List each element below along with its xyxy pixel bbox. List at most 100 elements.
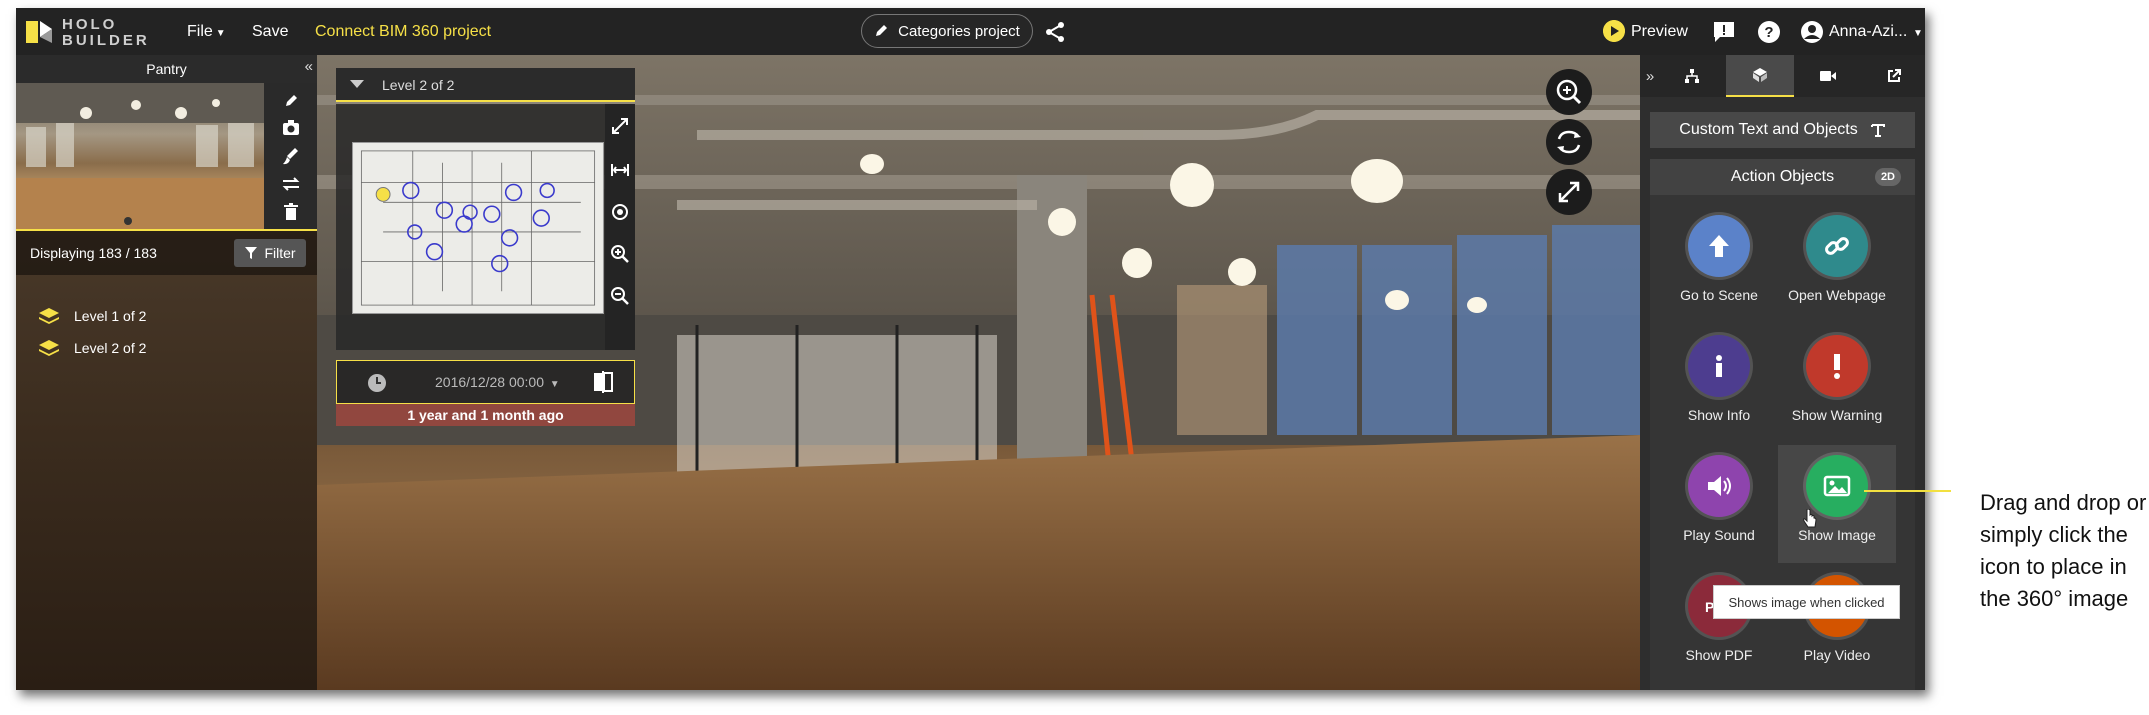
mouse-pointer-icon	[1803, 509, 1817, 528]
play-icon	[1603, 20, 1625, 42]
floor-plan-map[interactable]	[352, 142, 604, 314]
speaker-icon	[1688, 455, 1750, 517]
edit-pencil-icon[interactable]	[278, 89, 304, 111]
collapse-left-icon[interactable]: «	[305, 58, 313, 75]
panel-tabs: »	[1640, 55, 1925, 97]
connect-bim360-link[interactable]: Connect BIM 360 project	[315, 8, 491, 55]
expand-diagonal-icon	[1558, 181, 1580, 203]
action-show-warning[interactable]: Show Warning	[1778, 325, 1896, 443]
filter-button[interactable]: Filter	[234, 239, 306, 267]
trash-icon[interactable]	[278, 201, 304, 223]
preview-button[interactable]: Preview	[1631, 8, 1688, 55]
app-window: HOLO BUILDER File ▼ Save Connect BIM 360 …	[16, 8, 1925, 690]
user-avatar-icon[interactable]	[1800, 20, 1824, 44]
viewer-rotate-button[interactable]	[1546, 119, 1592, 165]
viewer-fullscreen-button[interactable]	[1546, 169, 1592, 215]
timestamp-value: 2016/12/28 00:00	[435, 374, 544, 390]
action-objects-label: Action Objects	[1730, 168, 1835, 185]
expand-right-icon[interactable]: »	[1640, 55, 1660, 97]
scene-title: Pantry	[16, 55, 317, 83]
expand-icon[interactable]	[610, 116, 630, 136]
categories-project-button[interactable]: Categories project	[861, 14, 1033, 48]
action-label: Show Warning	[1791, 407, 1883, 423]
logo-text: HOLO BUILDER	[62, 16, 150, 49]
action-play-video[interactable]: Play Video	[1778, 565, 1896, 683]
camera-icon[interactable]	[278, 117, 304, 139]
image-icon	[1806, 455, 1868, 517]
zoom-in-icon	[1556, 79, 1582, 105]
tab-objects[interactable]	[1726, 55, 1794, 97]
action-label: Show Info	[1687, 407, 1751, 423]
custom-text-objects-button[interactable]: Custom Text and Objects	[1650, 112, 1915, 148]
layers-icon	[39, 340, 59, 356]
display-count: Displaying 183 / 183	[30, 245, 157, 261]
link-icon	[1806, 215, 1868, 277]
rotate-arrows-icon	[1557, 130, 1581, 154]
text-icon	[1870, 124, 1885, 137]
action-label: Play Sound	[1683, 527, 1755, 543]
timeline-selector[interactable]: 2016/12/28 00:00 ▼	[336, 360, 635, 404]
action-show-pdf[interactable]: PDF Show PDF	[1660, 565, 1778, 683]
action-label: Play Video	[1803, 647, 1871, 663]
callout-text: Drag and drop or simply click the icon t…	[1980, 490, 2147, 611]
action-show-image[interactable]: Show Image	[1778, 445, 1896, 563]
svg-text:?: ?	[1764, 24, 1773, 41]
feedback-icon[interactable]	[1712, 20, 1736, 44]
caret-down-icon: ▼	[1910, 28, 1923, 39]
dimension-badge[interactable]: 2D	[1874, 168, 1901, 186]
action-show-info[interactable]: Show Info	[1660, 325, 1778, 443]
paintbrush-icon[interactable]	[278, 145, 304, 167]
swap-arrows-icon[interactable]	[278, 173, 304, 195]
minimap-level-label: Level 2 of 2	[382, 77, 455, 93]
viewer-zoom-in-button[interactable]	[1546, 69, 1592, 115]
logo-mark-icon	[26, 21, 52, 43]
locate-icon[interactable]	[610, 202, 630, 222]
file-menu-label: File	[187, 23, 213, 40]
tab-external[interactable]	[1864, 55, 1924, 97]
action-label: Open Webpage	[1788, 287, 1886, 303]
display-count-row: Displaying 183 / 183 Filter	[16, 231, 317, 275]
save-button[interactable]: Save	[252, 8, 288, 55]
holobuilder-logo[interactable]: HOLO BUILDER	[24, 15, 147, 51]
tab-video[interactable]	[1798, 55, 1858, 97]
minimap-level-header[interactable]: Level 2 of 2	[336, 68, 635, 102]
fit-width-icon[interactable]	[610, 160, 630, 180]
external-link-icon	[1888, 69, 1901, 82]
minimap-toolbar	[605, 104, 635, 350]
action-play-sound[interactable]: Play Sound	[1660, 445, 1778, 563]
categories-project-label: Categories project	[898, 22, 1020, 40]
help-icon[interactable]: ?	[1757, 20, 1781, 44]
level-item[interactable]: Level 2 of 2	[38, 337, 146, 359]
level-label: Level 1 of 2	[74, 308, 147, 324]
share-icon[interactable]	[1043, 20, 1067, 44]
caret-down-icon: ▼	[547, 379, 560, 390]
action-label: Show Image	[1798, 527, 1876, 543]
video-camera-icon	[1820, 71, 1836, 81]
action-label: Go to Scene	[1680, 287, 1758, 303]
zoom-out-icon[interactable]	[610, 286, 630, 306]
tab-sitemap[interactable]	[1662, 55, 1722, 97]
relative-time-label: 1 year and 1 month ago	[336, 404, 635, 426]
action-open-webpage[interactable]: Open Webpage	[1778, 205, 1896, 323]
compare-split-icon[interactable]	[591, 370, 615, 394]
action-label: Show PDF	[1685, 647, 1753, 663]
clock-icon	[368, 374, 386, 392]
user-name: Anna-Azi...	[1829, 23, 1908, 40]
caret-down-icon: ▼	[215, 28, 226, 39]
cube-icon	[1753, 68, 1767, 82]
filter-label: Filter	[264, 245, 296, 261]
action-go-to-scene[interactable]: Go to Scene	[1660, 205, 1778, 323]
level-label: Level 2 of 2	[74, 340, 147, 356]
custom-text-objects-label: Custom Text and Objects	[1679, 121, 1858, 138]
file-menu[interactable]: File ▼	[187, 8, 226, 55]
show-image-tooltip: Shows image when clicked	[1713, 585, 1900, 619]
zoom-in-icon[interactable]	[610, 244, 630, 264]
collapse-triangle-icon	[350, 80, 364, 88]
user-menu[interactable]: Anna-Azi... ▼	[1829, 8, 1923, 55]
thumbnail-toolbar	[264, 83, 317, 229]
timestamp-dropdown[interactable]: 2016/12/28 00:00 ▼	[435, 361, 560, 406]
scene-thumbnail[interactable]	[16, 83, 264, 229]
pencil-icon	[876, 25, 888, 36]
level-item[interactable]: Level 1 of 2	[38, 305, 146, 327]
layers-icon	[39, 308, 59, 324]
